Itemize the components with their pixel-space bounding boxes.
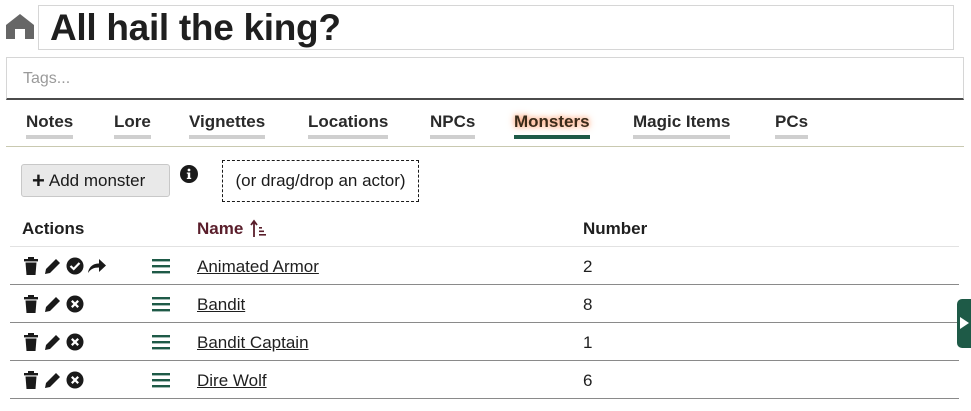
title-field[interactable]: All hail the king? (38, 5, 954, 50)
tab-label: Lore (114, 112, 151, 131)
row-actions (21, 371, 85, 389)
monster-number: 1 (583, 333, 593, 352)
table-row: Bandit Captain 1 (10, 323, 959, 361)
drag-handle-icon[interactable] (152, 295, 170, 313)
tags-placeholder: Tags... (23, 70, 71, 87)
header: All hail the king? (0, 0, 971, 56)
tab-label: Notes (26, 112, 74, 131)
tab-label: Vignettes (189, 112, 266, 131)
page-title: All hail the king? (50, 7, 341, 48)
plus-icon: + (32, 167, 45, 193)
play-icon (960, 317, 969, 329)
drag-handle-icon[interactable] (152, 371, 170, 389)
tab-magic-items[interactable]: Magic Items (633, 112, 731, 139)
x-circle-icon[interactable] (65, 371, 85, 389)
home-icon[interactable] (5, 11, 35, 41)
check-circle-icon[interactable] (65, 257, 85, 275)
trash-icon[interactable] (21, 371, 41, 389)
x-circle-icon[interactable] (65, 295, 85, 313)
drag-handle-icon[interactable] (152, 257, 170, 275)
add-monster-label: Add monster (48, 170, 146, 190)
name-header-label: Name (197, 219, 244, 238)
pencil-icon[interactable] (43, 371, 63, 389)
sort-ascending-icon (250, 219, 267, 237)
tab-vignettes[interactable]: Vignettes (189, 112, 266, 139)
tab-label: Locations (308, 112, 389, 131)
monster-number: 8 (583, 295, 593, 314)
tags-input[interactable]: Tags... (6, 57, 964, 100)
tab-monsters[interactable]: Monsters (514, 112, 590, 139)
x-circle-icon[interactable] (65, 333, 85, 351)
tab-lore[interactable]: Lore (114, 112, 151, 139)
monster-toolbar: + Add monster (or drag/drop an actor) (0, 158, 971, 204)
tab-label: PCs (775, 112, 809, 131)
monster-name-link[interactable]: Animated Armor (197, 257, 319, 277)
drag-handle-icon[interactable] (152, 333, 170, 351)
pencil-icon[interactable] (43, 333, 63, 351)
sidebar-toggle-tab[interactable] (957, 299, 971, 348)
share-icon[interactable] (87, 257, 107, 275)
info-icon[interactable] (180, 165, 198, 183)
row-actions (21, 257, 107, 275)
tab-pcs[interactable]: PCs (775, 112, 809, 139)
tab-label: Magic Items (633, 112, 731, 131)
row-actions (21, 333, 85, 351)
monster-table: Actions Name Number Animated Armor 2 Ban… (10, 210, 959, 399)
monster-number: 2 (583, 257, 593, 276)
tab-bar: Notes Lore Vignettes Locations NPCs Mons… (6, 100, 964, 147)
trash-icon[interactable] (21, 257, 41, 275)
name-header[interactable]: Name (197, 219, 269, 239)
actor-drop-zone[interactable]: (or drag/drop an actor) (222, 160, 419, 202)
monster-number: 6 (583, 371, 593, 390)
pencil-icon[interactable] (43, 295, 63, 313)
number-header: Number (583, 219, 648, 238)
tab-locations[interactable]: Locations (308, 112, 389, 139)
table-row: Bandit 8 (10, 285, 959, 323)
add-monster-button[interactable]: + Add monster (21, 164, 170, 197)
table-row: Animated Armor 2 (10, 247, 959, 285)
pencil-icon[interactable] (43, 257, 63, 275)
table-row: Dire Wolf 6 (10, 361, 959, 399)
monster-name-link[interactable]: Bandit (197, 295, 245, 315)
row-actions (21, 295, 85, 313)
monster-name-link[interactable]: Bandit Captain (197, 333, 309, 353)
actions-header: Actions (22, 219, 85, 238)
tab-notes[interactable]: Notes (26, 112, 74, 139)
trash-icon[interactable] (21, 295, 41, 313)
drop-hint: (or drag/drop an actor) (235, 171, 406, 190)
table-header: Actions Name Number (10, 210, 959, 247)
trash-icon[interactable] (21, 333, 41, 351)
tab-label: Monsters (514, 112, 590, 131)
tab-npcs[interactable]: NPCs (430, 112, 476, 139)
tab-label: NPCs (430, 112, 476, 131)
monster-name-link[interactable]: Dire Wolf (197, 371, 267, 391)
